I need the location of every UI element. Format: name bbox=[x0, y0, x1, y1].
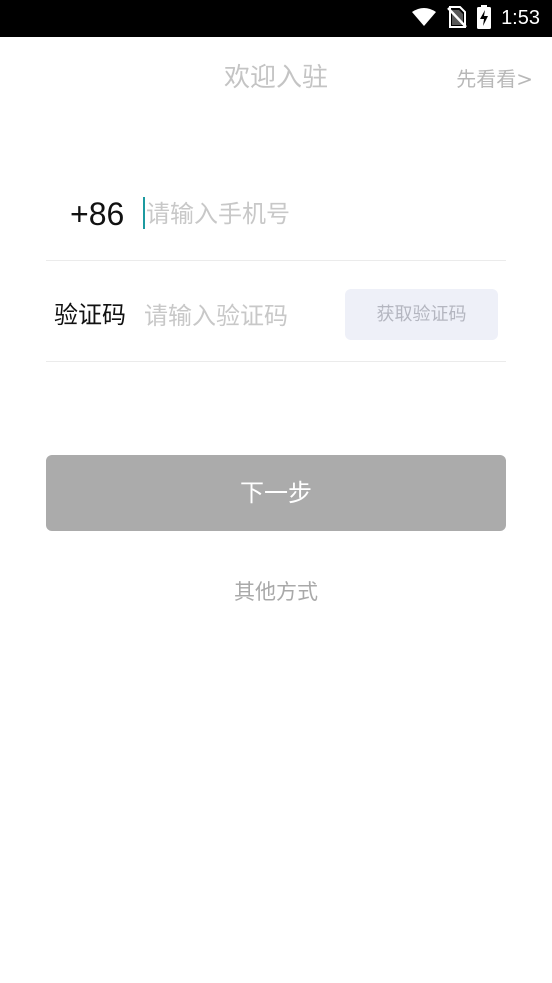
phone-row: +86 bbox=[46, 170, 506, 261]
verification-code-label: 验证码 bbox=[54, 301, 126, 329]
get-code-button[interactable]: 获取验证码 bbox=[345, 289, 498, 340]
other-methods-link[interactable]: 其他方式 bbox=[0, 578, 552, 606]
header: 欢迎入驻 先看看> bbox=[0, 37, 552, 123]
no-sim-icon bbox=[447, 5, 467, 32]
next-button[interactable]: 下一步 bbox=[46, 455, 506, 531]
verification-code-row: 验证码 获取验证码 bbox=[46, 261, 506, 362]
status-bar: 1:53 bbox=[0, 0, 552, 37]
country-code[interactable]: +86 bbox=[70, 194, 124, 234]
phone-input[interactable] bbox=[146, 194, 476, 234]
status-icons: 1:53 bbox=[411, 0, 540, 37]
skip-link[interactable]: 先看看> bbox=[456, 67, 533, 91]
battery-charging-icon bbox=[477, 4, 492, 33]
text-cursor bbox=[143, 197, 145, 229]
status-time: 1:53 bbox=[501, 7, 540, 29]
wifi-icon bbox=[411, 7, 437, 31]
verification-code-input[interactable] bbox=[144, 296, 334, 336]
